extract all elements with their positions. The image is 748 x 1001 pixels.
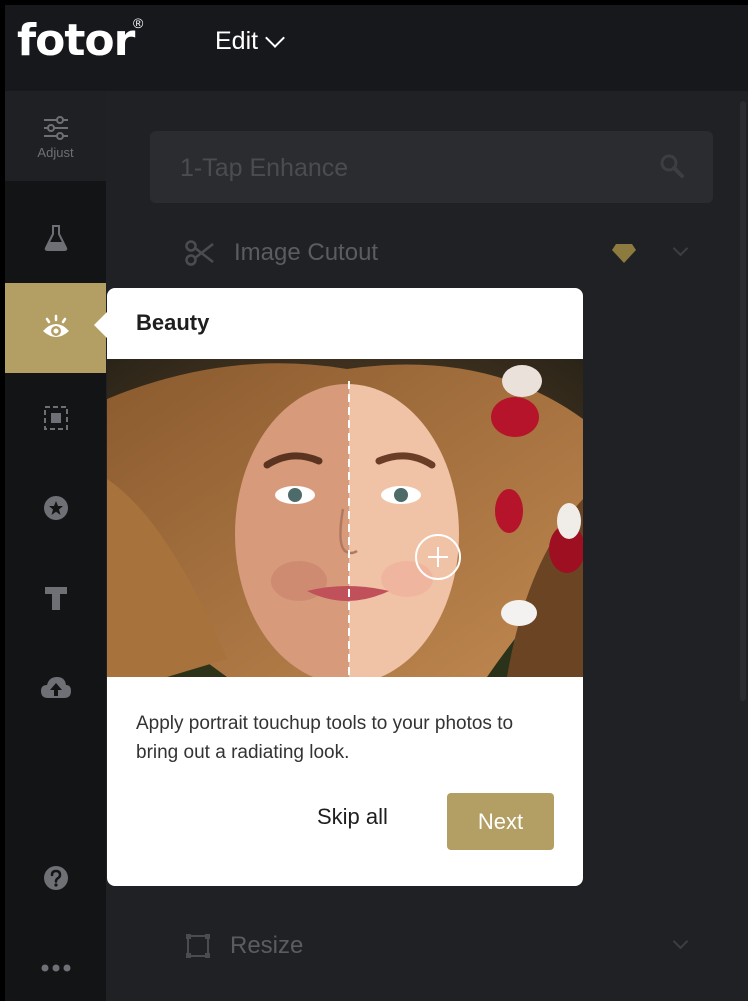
sticker-icon xyxy=(43,496,68,520)
next-button[interactable]: Next xyxy=(447,793,554,850)
tooltip-description: Apply portrait touchup tools to your pho… xyxy=(136,713,514,763)
search-box xyxy=(150,131,713,203)
rail-item-more[interactable] xyxy=(5,923,106,1001)
rail-label-adjust: Adjust xyxy=(37,144,74,160)
tool-image-cutout[interactable]: Image Cutout xyxy=(184,233,714,273)
more-icon xyxy=(41,964,70,972)
registered-mark: ® xyxy=(133,15,144,31)
search-icon[interactable] xyxy=(659,153,685,179)
edit-menu-label: Edit xyxy=(215,27,259,55)
frame-icon xyxy=(43,406,68,430)
premium-diamond-icon xyxy=(612,244,636,263)
edit-menu[interactable]: Edit xyxy=(215,27,285,56)
rail-item-text[interactable] xyxy=(5,553,106,643)
rail-item-effects[interactable] xyxy=(5,193,106,283)
tool-resize[interactable]: Resize xyxy=(184,926,714,966)
fotor-logo[interactable]: fotor xyxy=(17,15,135,67)
chevron-down-icon xyxy=(265,27,285,48)
skip-all-button[interactable]: Skip all xyxy=(317,804,388,830)
rail-item-beauty[interactable] xyxy=(5,283,106,373)
tool-rail: Adjust xyxy=(5,91,106,1001)
rail-item-stickers[interactable] xyxy=(5,463,106,553)
scissors-icon xyxy=(185,240,214,266)
editor-app: fotor ® Edit Adjust 1-Tap Enhance Image … xyxy=(5,5,748,1001)
onboarding-tooltip: Beauty Apply portrait touchup tools to y… xyxy=(107,288,583,886)
rail-item-upload[interactable] xyxy=(5,643,106,733)
panel-scrollbar[interactable] xyxy=(740,101,746,701)
help-icon xyxy=(43,866,68,890)
flask-icon xyxy=(44,225,67,251)
tool-label: Resize xyxy=(230,932,304,959)
cloud-upload-icon xyxy=(40,677,71,698)
rail-item-adjust[interactable]: Adjust xyxy=(5,91,106,181)
search-input[interactable] xyxy=(178,149,622,187)
beauty-preview-image xyxy=(107,359,583,677)
chevron-down-icon[interactable] xyxy=(672,240,689,257)
sliders-icon xyxy=(43,115,68,140)
tooltip-pointer xyxy=(94,312,107,338)
tool-label: Image Cutout xyxy=(234,239,379,266)
rail-item-frames[interactable] xyxy=(5,373,106,463)
tooltip-title: Beauty xyxy=(136,310,210,335)
eye-icon xyxy=(42,314,69,337)
resize-icon xyxy=(186,934,210,958)
chevron-down-icon[interactable] xyxy=(672,933,689,950)
top-bar: fotor ® Edit xyxy=(5,5,748,91)
text-icon xyxy=(44,587,67,610)
rail-item-help[interactable] xyxy=(5,833,106,923)
